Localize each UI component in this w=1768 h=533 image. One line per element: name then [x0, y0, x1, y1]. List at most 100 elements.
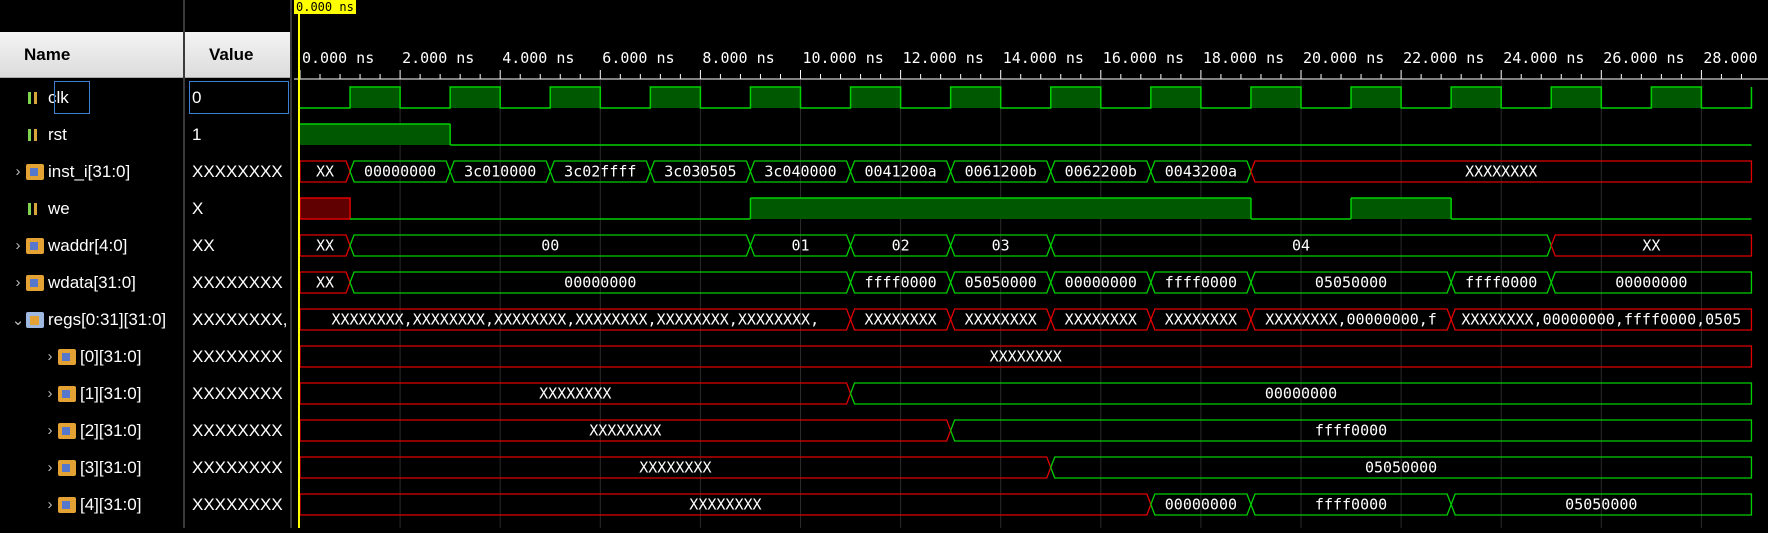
bus-icon — [26, 237, 44, 254]
bus-value-label: ffff0000 — [864, 274, 936, 292]
selection-box — [189, 81, 289, 114]
bus-value-label: 3c040000 — [764, 163, 836, 181]
expand-chevron-icon[interactable]: › — [10, 163, 26, 180]
bus-value-label: XXXXXXXX,00000000,f — [1265, 311, 1437, 329]
signal-row-we[interactable]: we — [0, 190, 193, 227]
bus-value-label: 05050000 — [965, 274, 1037, 292]
clock-trace — [300, 86, 1753, 109]
wire-icon — [26, 127, 44, 143]
time-tick-label: 10.000 ns — [803, 49, 884, 67]
signal-row-waddr-4-0[interactable]: › waddr[4:0] — [0, 227, 193, 264]
bus-value-label: XXXXXXXX — [689, 496, 761, 514]
waveform-10[interactable]: XXXXXXXX 05050000 — [299, 456, 1753, 479]
selection-box — [54, 81, 90, 114]
clock-high-pulse — [1150, 87, 1201, 108]
waveform-1[interactable] — [300, 123, 1752, 146]
bus-value-label: 05050000 — [1315, 274, 1387, 292]
signal-row-wdata-31-0[interactable]: › wdata[31:0] — [0, 264, 193, 301]
bus-value-label: XXXXXXXX — [1465, 163, 1537, 181]
waveform-9[interactable]: XXXXXXXX ffff0000 — [299, 419, 1753, 442]
bus-value-label: 3c010000 — [464, 163, 536, 181]
expand-chevron-icon[interactable]: › — [42, 496, 58, 513]
bus-value-label: 0061200b — [965, 163, 1037, 181]
cursor-time-label: 0.000 ns — [294, 0, 356, 14]
bus-value-label: XXXXXXXX — [589, 422, 661, 440]
time-tick-label: 8.000 ns — [702, 49, 774, 67]
time-tick-label: 12.000 ns — [903, 49, 984, 67]
waveform-5[interactable]: XX 00000000 ffff0000 05050000 00000000 ffff00… — [299, 271, 1753, 294]
signal-name-label: [3][31:0] — [80, 457, 142, 477]
wire-icon — [26, 90, 44, 106]
waveform-4[interactable]: XX 00 01 02 03 04 XX — [299, 234, 1753, 257]
waveform-0[interactable] — [300, 86, 1753, 109]
expand-chevron-icon[interactable]: › — [10, 274, 26, 291]
bus-value-label: 00 — [541, 237, 559, 255]
signal-value: XXXXXXXX — [192, 457, 283, 477]
bus-value-label: XXXXXXXX — [1165, 311, 1237, 329]
time-gridlines — [399, 80, 1702, 528]
bus-icon — [26, 274, 44, 291]
clock-high-pulse — [1050, 87, 1101, 108]
signal-name-label: waddr[4:0] — [48, 235, 128, 255]
clock-high-pulse — [350, 87, 401, 108]
bus-value-label: XXXXXXXX — [1065, 311, 1137, 329]
bus-value-label: XXXXXXXX — [539, 385, 611, 403]
signal-value: XXXXXXXX, — [192, 309, 288, 329]
time-tick-label: 22.000 ns — [1403, 49, 1484, 67]
waveform-3[interactable] — [299, 197, 1752, 220]
waveform-7[interactable]: XXXXXXXX — [299, 345, 1753, 368]
signal-row-rst[interactable]: rst — [0, 116, 193, 153]
time-tick-label: 2.000 ns — [402, 49, 474, 67]
bus-value-label: 02 — [892, 237, 910, 255]
signal-row-inst-i-31-0[interactable]: › inst_i[31:0] — [0, 153, 193, 190]
signal-row-regs-0-31-31-0[interactable]: ⌄ regs[0:31][31:0] — [0, 301, 193, 338]
signal-value: XX — [192, 235, 215, 255]
clock-high-pulse — [1351, 87, 1402, 108]
clock-high-pulse — [1250, 87, 1301, 108]
bus-value-label: ffff0000 — [1315, 422, 1387, 440]
expand-chevron-icon[interactable]: › — [42, 459, 58, 476]
bus-value-label: 00000000 — [1615, 274, 1687, 292]
waveform-8[interactable]: XXXXXXXX 00000000 — [299, 382, 1753, 405]
signal-name-label: rst — [48, 124, 67, 144]
bus-icon — [26, 163, 44, 180]
bus-value-label: ffff0000 — [1165, 274, 1237, 292]
high-level-fill — [300, 124, 451, 145]
signal-name-label: we — [48, 198, 70, 218]
bus-icon — [58, 496, 76, 513]
bus-value-label: XXXXXXXX,XXXXXXXX,XXXXXXXX,XXXXXXXX,XXXX… — [331, 311, 819, 329]
signal-value: 1 — [192, 124, 202, 144]
time-tick-label: 16.000 ns — [1103, 49, 1184, 67]
signal-name-label: inst_i[31:0] — [48, 161, 131, 181]
waveform-area[interactable]: 0.000 ns 2.000 ns 4.000 ns 6.000 ns 8.000 ns… — [294, 0, 1768, 528]
bus-value-label: XXXXXXXX,00000000,ffff0000,0505 — [1461, 311, 1741, 329]
bus-value-label: XX — [316, 274, 334, 292]
expand-chevron-icon[interactable]: › — [42, 422, 58, 439]
waveform-2[interactable]: XX 00000000 3c010000 3c02ffff 3c030505 3c0400… — [299, 160, 1753, 183]
signal-value: XXXXXXXX — [192, 272, 283, 292]
bus-value-label: XX — [1642, 237, 1660, 255]
pane-splitter[interactable] — [290, 0, 292, 528]
waveform-11[interactable]: XXXXXXXX 00000000 ffff0000 05050000 — [299, 493, 1753, 516]
value-column-header[interactable]: Value — [185, 32, 290, 78]
waveform-canvas[interactable]: 0.000 ns 2.000 ns 4.000 ns 6.000 ns 8.000 ns… — [294, 0, 1768, 528]
signal-value: XXXXXXXX — [192, 494, 283, 514]
bus-value-label: 00000000 — [1265, 385, 1337, 403]
signal-value: XXXXXXXX — [192, 346, 283, 366]
expand-chevron-icon[interactable]: › — [42, 348, 58, 365]
wire-icon — [26, 201, 44, 217]
time-tick-label: 4.000 ns — [502, 49, 574, 67]
clock-high-pulse — [850, 87, 901, 108]
signal-row-clk[interactable]: clk — [0, 79, 193, 116]
signal-value: X — [192, 198, 204, 218]
expand-chevron-icon[interactable]: › — [42, 385, 58, 402]
bus-value-label: 03 — [992, 237, 1010, 255]
bus-value-label: XXXXXXXX — [965, 311, 1037, 329]
waveform-6[interactable]: XXXXXXXX,XXXXXXXX,XXXXXXXX,XXXXXXXX,XXXX… — [299, 308, 1753, 331]
name-column-header[interactable]: Name — [0, 32, 183, 78]
expand-chevron-icon[interactable]: › — [10, 237, 26, 254]
bus-value-label: 00000000 — [564, 274, 636, 292]
collapse-chevron-icon[interactable]: ⌄ — [10, 311, 26, 329]
bus-value-label: 3c02ffff — [564, 163, 636, 181]
time-tick-label: 18.000 ns — [1203, 49, 1284, 67]
